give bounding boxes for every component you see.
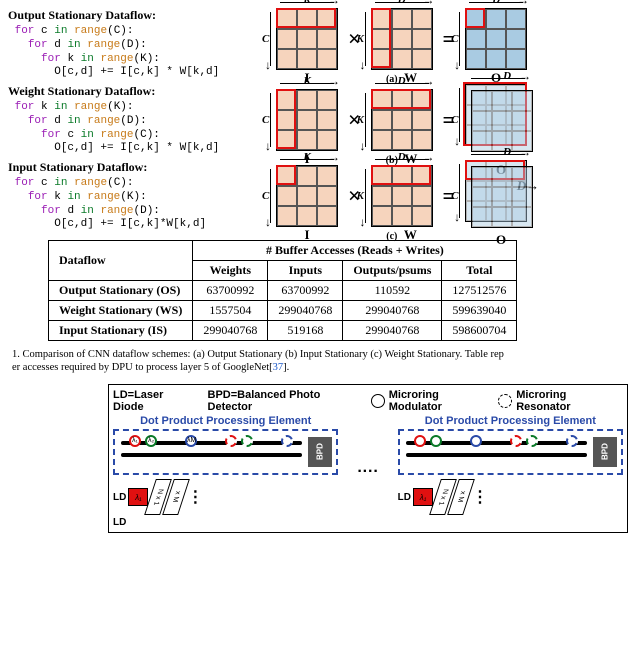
- th-dataflow: Dataflow: [49, 241, 193, 281]
- row-os: Output Stationary (OS) 63700992637009921…: [49, 281, 517, 301]
- figure-caption: 1. Comparison of CNN dataflow schemes: (…: [12, 349, 640, 374]
- bpd-left: BPD: [308, 437, 332, 467]
- row-ws: Weight Stationary (WS) 15575042990407682…: [49, 301, 517, 321]
- architecture-figure: LD=Laser Diode BPD=Balanced Photo Detect…: [108, 384, 628, 533]
- diagram-os: K C I × D K (a) W = D: [268, 8, 640, 70]
- matrix-I-os: K C I: [276, 8, 338, 70]
- title-ws: Weight Stationary Dataflow:: [8, 84, 268, 99]
- code-is: for c in range(C): for k in range(K): fo…: [8, 177, 268, 232]
- matrix-W-ws: D K (b) W: [371, 89, 433, 151]
- dataflow-block-is: Input Stationary Dataflow: for c in rang…: [8, 160, 640, 232]
- dataflow-block-os: Output Stationary Dataflow: for c in ran…: [8, 8, 640, 80]
- mrm-icon: [371, 394, 385, 408]
- matrix-O-os: D C O: [465, 8, 527, 70]
- dataflow-block-ws: Weight Stationary Dataflow: for k in ran…: [8, 84, 640, 156]
- matrix-O-is-stack: D C O: [465, 160, 537, 232]
- diagram-ws: K C I × D K (b) W = D C OD→: [268, 84, 640, 156]
- pe-right: Dot Product Processing Element ··· ··· B…: [398, 415, 623, 528]
- title-is: Input Stationary Dataflow:: [8, 160, 268, 175]
- ld-chip: λ₁: [128, 488, 148, 506]
- row-is: Input Stationary (IS) 299040768519168299…: [49, 321, 517, 341]
- mrr-icon: [498, 394, 512, 408]
- matrix-W-is: D K (c) W: [371, 165, 433, 227]
- code-os: for c in range(C): for d in range(D): fo…: [8, 25, 268, 80]
- code-ws: for k in range(K): for d in range(D): fo…: [8, 101, 268, 156]
- page-root: Output Stationary Dataflow: for c in ran…: [0, 0, 640, 533]
- legend: LD=Laser Diode BPD=Balanced Photo Detect…: [113, 389, 623, 413]
- citation-link[interactable]: 37: [273, 362, 284, 373]
- matrix-I-ws: K C I: [276, 89, 338, 151]
- accesses-table: Dataflow # Buffer Accesses (Reads + Writ…: [48, 240, 517, 341]
- matrix-I-is: K C I: [276, 165, 338, 227]
- matrix-W-os: D K (a) W: [371, 8, 433, 70]
- title-os: Output Stationary Dataflow:: [8, 8, 268, 23]
- pe-left: Dot Product Processing Element λ₁ λ₂ ···…: [113, 415, 338, 528]
- bpd-right: BPD: [593, 437, 617, 467]
- diagram-is: K C I × D K (c) W = D C O: [268, 160, 640, 232]
